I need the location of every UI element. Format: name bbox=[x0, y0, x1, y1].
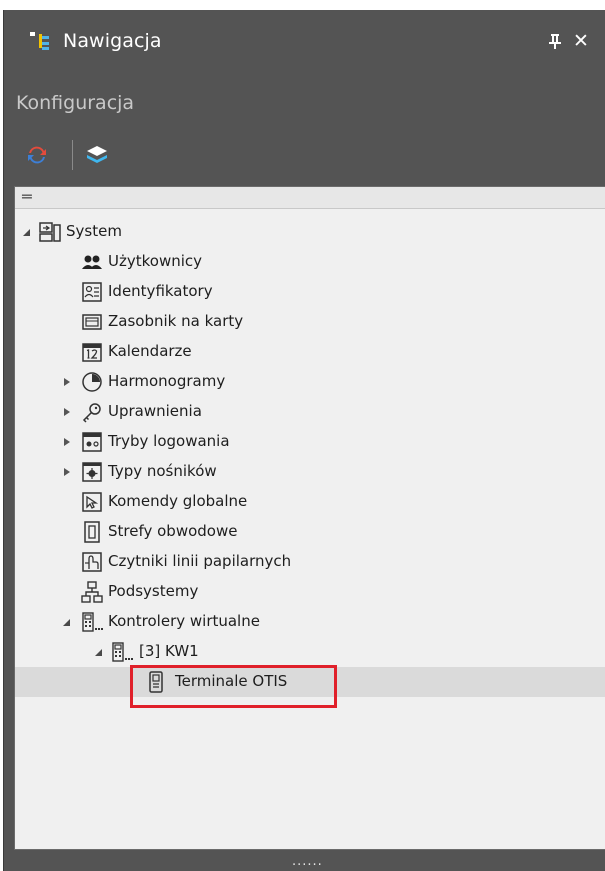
tree-item-schedules[interactable]: Harmonogramy bbox=[15, 367, 605, 397]
expand-arrow-icon[interactable] bbox=[62, 406, 72, 418]
users-icon bbox=[82, 255, 102, 269]
tree-item-otis-terminals[interactable]: Terminale OTIS bbox=[15, 667, 605, 697]
tree-item-label: Uprawnienia bbox=[108, 402, 202, 420]
controller-icon bbox=[112, 642, 133, 662]
tree-header: ═ bbox=[15, 187, 605, 209]
tree-item-subsystems[interactable]: Podsystemy bbox=[15, 577, 605, 607]
resize-grip[interactable]: ...... bbox=[292, 854, 323, 869]
card-tray-icon bbox=[82, 314, 102, 330]
panel-title: Nawigacja bbox=[63, 30, 162, 52]
expand-arrow-icon[interactable] bbox=[62, 436, 72, 448]
panel-titlebar: Nawigacja ✕ bbox=[4, 10, 605, 78]
tree-item-label: Typy nośników bbox=[108, 462, 217, 480]
navigation-tree: ═ System Użytkownicy Identyfikatory Zaso… bbox=[14, 186, 605, 850]
tree-item-identifiers[interactable]: Identyfikatory bbox=[15, 277, 605, 307]
tree-item-virtual-controllers[interactable]: Kontrolery wirtualne bbox=[15, 607, 605, 637]
header-grip-icon: ═ bbox=[22, 187, 32, 206]
tree-item-system[interactable]: System bbox=[15, 217, 605, 247]
toolbar-separator bbox=[72, 140, 73, 170]
global-command-icon bbox=[82, 492, 102, 512]
system-icon bbox=[39, 222, 61, 242]
tree-item-label: System bbox=[66, 222, 122, 240]
navigation-tree-icon bbox=[30, 32, 49, 50]
media-type-icon bbox=[82, 462, 102, 482]
collapse-arrow-icon[interactable] bbox=[22, 226, 32, 238]
id-card-icon bbox=[82, 282, 102, 302]
tree-item-label: Identyfikatory bbox=[108, 282, 213, 300]
tree-item-label: Strefy obwodowe bbox=[108, 522, 238, 540]
collapse-arrow-icon[interactable] bbox=[94, 646, 104, 658]
collapse-arrow-icon[interactable] bbox=[62, 616, 72, 628]
tree-item-login-modes[interactable]: Tryby logowania bbox=[15, 427, 605, 457]
tree-item-calendars[interactable]: Kalendarze bbox=[15, 337, 605, 367]
tree-item-global-commands[interactable]: Komendy globalne bbox=[15, 487, 605, 517]
tree-item-label: Podsystemy bbox=[108, 582, 199, 600]
tree-item-media-types[interactable]: Typy nośników bbox=[15, 457, 605, 487]
panel-toolbar bbox=[4, 138, 605, 174]
tree-item-label: [3] KW1 bbox=[139, 642, 199, 660]
subsystems-icon bbox=[81, 581, 103, 603]
close-panel-button[interactable]: ✕ bbox=[571, 30, 591, 52]
perimeter-zone-icon bbox=[84, 521, 100, 543]
tree-item-permissions[interactable]: Uprawnienia bbox=[15, 397, 605, 427]
tree-item-perimeter-zones[interactable]: Strefy obwodowe bbox=[15, 517, 605, 547]
panel-subtitle: Konfiguracja bbox=[16, 92, 135, 114]
key-icon bbox=[82, 403, 101, 423]
layers-icon[interactable] bbox=[84, 142, 110, 168]
tree-item-label: Harmonogramy bbox=[108, 372, 226, 390]
panel-bottom-bar: ...... bbox=[4, 852, 605, 871]
fingerprint-reader-icon bbox=[82, 552, 102, 572]
calendar-icon bbox=[82, 343, 102, 362]
clock-icon bbox=[82, 372, 102, 392]
virtual-controller-icon bbox=[82, 612, 103, 632]
tree-item-label: Czytniki linii papilarnych bbox=[108, 552, 292, 570]
tree-item-label: Komendy globalne bbox=[108, 492, 248, 510]
expand-arrow-icon[interactable] bbox=[62, 376, 72, 388]
tree-item-label: Tryby logowania bbox=[108, 432, 230, 450]
tree-item-label: Użytkownicy bbox=[108, 252, 203, 270]
pin-icon[interactable] bbox=[547, 30, 563, 52]
terminal-icon bbox=[149, 671, 163, 693]
login-mode-icon bbox=[82, 432, 102, 452]
tree-item-label: Terminale OTIS bbox=[175, 672, 288, 690]
navigation-panel: Nawigacja ✕ Konfiguracja ═ System Użytko… bbox=[3, 10, 605, 871]
tree-item-label: Zasobnik na karty bbox=[108, 312, 244, 330]
tree-item-controller-kw1[interactable]: [3] KW1 bbox=[15, 637, 605, 667]
expand-arrow-icon[interactable] bbox=[62, 466, 72, 478]
tree-item-label: Kontrolery wirtualne bbox=[108, 612, 260, 630]
tree-item-card-tray[interactable]: Zasobnik na karty bbox=[15, 307, 605, 337]
tree-item-label: Kalendarze bbox=[108, 342, 192, 360]
refresh-icon[interactable] bbox=[24, 142, 50, 168]
tree-item-fingerprint-readers[interactable]: Czytniki linii papilarnych bbox=[15, 547, 605, 577]
tree-item-users[interactable]: Użytkownicy bbox=[15, 247, 605, 277]
